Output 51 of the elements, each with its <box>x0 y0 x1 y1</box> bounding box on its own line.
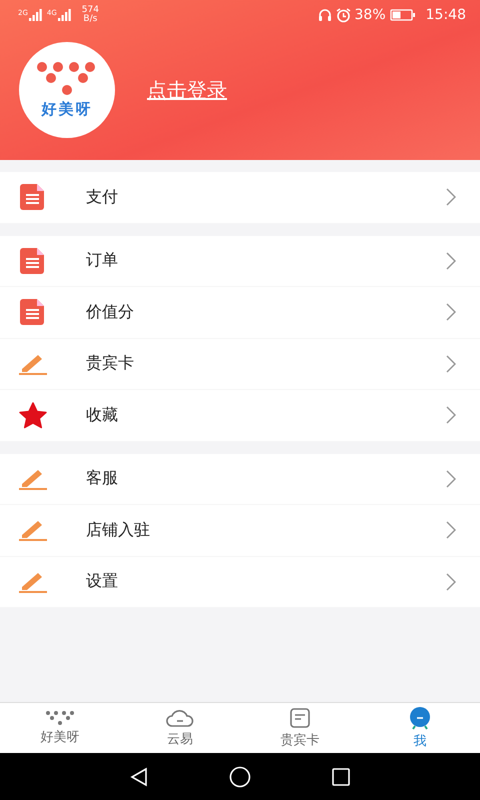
menu-label: 贵宾卡 <box>86 353 135 374</box>
tab[interactable]: 贵宾卡 <box>240 703 360 753</box>
chevron-right-icon <box>446 406 456 424</box>
headphones-icon <box>318 8 332 22</box>
chevron-right-icon <box>446 470 456 488</box>
chevron-right-icon <box>446 252 456 270</box>
dots-logo-icon <box>45 710 75 726</box>
menu-label: 客服 <box>86 468 119 490</box>
menu-item[interactable]: 店铺入驻 <box>0 505 480 556</box>
menu-item[interactable]: 收藏 <box>0 390 480 442</box>
document-icon <box>19 246 47 275</box>
dots-logo-icon <box>36 62 98 96</box>
menu-label: 收藏 <box>86 404 119 426</box>
signal-icon <box>58 9 72 21</box>
menu-item[interactable]: 设置 <box>0 556 480 608</box>
chevron-right-icon <box>446 521 456 540</box>
alarm-icon <box>336 8 351 22</box>
speed-unit: B/s <box>83 15 98 24</box>
chevron-right-icon <box>446 303 456 322</box>
menu-item[interactable]: 贵宾卡 <box>0 338 480 390</box>
recents-icon[interactable] <box>331 766 351 786</box>
tab[interactable]: 云易 <box>120 703 240 753</box>
pencil-icon <box>18 518 48 542</box>
menu-label: 设置 <box>86 571 119 592</box>
menu-label: 店铺入驻 <box>86 520 151 541</box>
logo-text: 好美呀 <box>42 100 92 118</box>
menu-item[interactable]: 订单 <box>0 236 480 287</box>
chevron-right-icon <box>446 572 456 591</box>
chevron-right-icon <box>446 188 456 206</box>
battery-icon <box>390 9 416 21</box>
tab[interactable]: 我 <box>360 703 480 753</box>
menu-item[interactable]: 支付 <box>0 172 480 224</box>
menu-item[interactable]: 价值分 <box>0 287 480 338</box>
document-icon <box>19 183 47 212</box>
chevron-right-icon <box>446 354 456 373</box>
tab[interactable]: 好美呀 <box>0 703 120 753</box>
menu-label: 支付 <box>86 186 119 208</box>
note-icon <box>289 707 311 729</box>
home-icon[interactable] <box>229 766 251 788</box>
profile-icon <box>408 706 432 730</box>
star-icon <box>19 402 47 429</box>
battery-percent: 38% <box>354 7 386 23</box>
network-speed: 574 <box>82 6 99 15</box>
back-icon[interactable] <box>129 766 149 786</box>
document-icon <box>19 298 47 326</box>
clock: 15:48 <box>426 7 466 23</box>
menu-label: 价值分 <box>86 302 135 323</box>
menu-item[interactable]: 客服 <box>0 454 480 505</box>
cloud-icon <box>165 708 195 728</box>
signal-icon <box>28 9 43 21</box>
menu-label: 订单 <box>86 250 119 272</box>
